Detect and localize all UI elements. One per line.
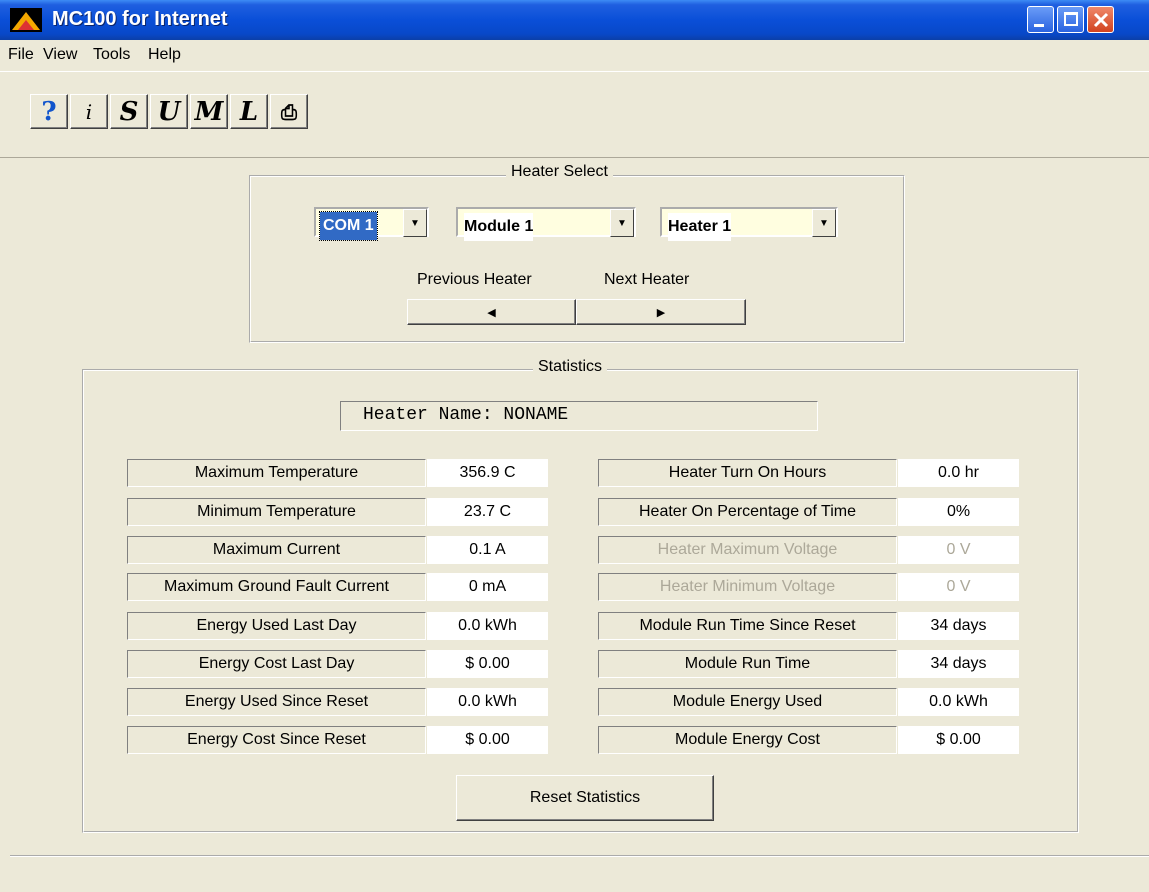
menu-help[interactable]: Help [148,46,181,64]
heater-value: Heater 1 [668,213,732,241]
module-select[interactable]: Module 1 ▼ [456,207,636,241]
window-title: MC100 for Internet [52,8,228,30]
app-logo-icon [10,8,42,32]
arrow-right-icon: ▶ [656,306,666,319]
stat-value: 34 days [898,612,1019,640]
chevron-down-icon[interactable]: ▼ [610,209,634,237]
heater-select-title: Heater Select [506,163,613,181]
stat-label: Module Energy Cost [598,726,897,754]
m-icon: M [194,96,224,127]
info-icon: i [85,99,93,124]
menu-file[interactable]: File [8,46,34,64]
statistics-group [82,369,1079,833]
stat-value: 356.9 C [427,459,548,487]
stat-label: Energy Cost Since Reset [127,726,426,754]
toolbar: ? i S U M L ⎙ [0,72,1149,158]
s-icon: S [119,96,139,127]
arrow-left-icon: ◀ [487,306,496,319]
stat-label: Maximum Ground Fault Current [127,573,426,601]
reset-statistics-button[interactable]: Reset Statistics [456,775,714,821]
export-button[interactable]: ⎙ [270,94,308,129]
l-icon: L [239,96,259,127]
minimize-icon [1034,24,1044,27]
stat-label: Heater Minimum Voltage [598,573,897,601]
stat-label: Module Energy Used [598,688,897,716]
stat-value: 34 days [898,650,1019,678]
stat-value: 23.7 C [427,498,548,526]
stat-label: Heater On Percentage of Time [598,498,897,526]
stat-label: Module Run Time [598,650,897,678]
title-bar[interactable]: MC100 for Internet [0,0,1149,40]
l-button[interactable]: L [230,94,268,129]
stat-value: $ 0.00 [427,726,548,754]
statistics-title: Statistics [533,358,608,376]
stat-value: $ 0.00 [898,726,1019,754]
previous-heater-label: Previous Heater [417,271,532,288]
menu-view[interactable]: View [43,46,77,64]
close-button[interactable] [1087,6,1114,33]
stat-value: 0 V [898,573,1019,601]
stat-label: Energy Used Last Day [127,612,426,640]
stat-value: $ 0.00 [427,650,548,678]
stat-value: 0.0 hr [898,459,1019,487]
menu-bar: File View Tools Help [0,40,1149,72]
stat-value: 0.0 kWh [427,688,548,716]
stat-label: Maximum Temperature [127,459,426,487]
stat-label: Heater Turn On Hours [598,459,897,487]
export-icon: ⎙ [281,99,297,124]
com-port-value: COM 1 [319,211,378,241]
module-value: Module 1 [464,213,534,241]
maximize-button[interactable] [1057,6,1084,33]
s-button[interactable]: S [110,94,148,129]
stat-value: 0.0 kWh [427,612,548,640]
status-bar [10,855,1149,892]
stat-label: Energy Cost Last Day [127,650,426,678]
m-button[interactable]: M [190,94,228,129]
heater-name-field: Heater Name: NONAME [340,401,818,431]
com-port-select[interactable]: COM 1 ▼ [314,207,429,241]
stat-value: 0.1 A [427,536,548,564]
stat-label: Module Run Time Since Reset [598,612,897,640]
next-heater-button[interactable]: ▶ [576,299,746,325]
maximize-icon [1064,12,1078,26]
close-icon [1093,12,1109,28]
previous-heater-button[interactable]: ◀ [407,299,576,325]
u-button[interactable]: U [150,94,188,129]
stat-value: 0 V [898,536,1019,564]
next-heater-label: Next Heater [604,271,690,288]
minimize-button[interactable] [1027,6,1054,33]
heater-select[interactable]: Heater 1 ▼ [660,207,838,241]
stat-label: Minimum Temperature [127,498,426,526]
help-icon: ? [41,96,57,127]
stat-label: Energy Used Since Reset [127,688,426,716]
chevron-down-icon[interactable]: ▼ [812,209,836,237]
chevron-down-icon[interactable]: ▼ [403,209,427,237]
stat-label: Heater Maximum Voltage [598,536,897,564]
stat-value: 0 mA [427,573,548,601]
menu-tools[interactable]: Tools [93,46,130,64]
info-button[interactable]: i [70,94,108,129]
stat-value: 0% [898,498,1019,526]
stat-label: Maximum Current [127,536,426,564]
u-icon: U [157,96,181,127]
help-button[interactable]: ? [30,94,68,129]
stat-value: 0.0 kWh [898,688,1019,716]
